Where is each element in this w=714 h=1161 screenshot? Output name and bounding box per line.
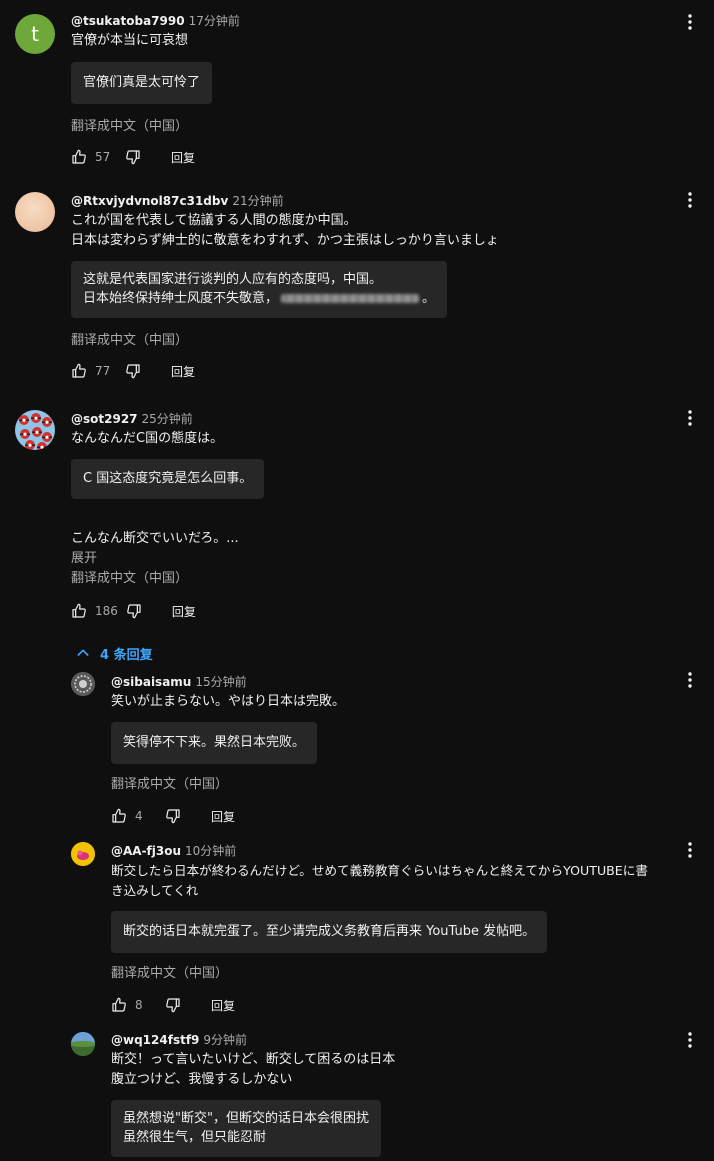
replies-toggle-button[interactable]: 4 条回复 (75, 643, 153, 663)
timestamp[interactable]: 9分钟前 (203, 1033, 247, 1047)
chevron-up-icon (77, 649, 89, 656)
translation-line: 虽然很生气，但只能忍耐 (123, 1130, 267, 1145)
reply-button[interactable]: 回复 (171, 363, 195, 380)
more-vert-icon[interactable] (680, 408, 700, 428)
author-name[interactable]: @sibaisamu (111, 675, 191, 689)
author-name[interactable]: @tsukatoba7990 (71, 14, 185, 28)
more-vert-icon[interactable] (680, 840, 700, 860)
replies-toggle-label: 4 条回复 (100, 647, 153, 663)
thumb-down-icon[interactable] (126, 603, 142, 619)
translation-text: 。 (422, 291, 436, 306)
like-count: 57 (95, 150, 111, 164)
translation-text: C 国这态度究竟是怎么回事。 (83, 471, 253, 486)
timestamp[interactable]: 10分钟前 (185, 844, 236, 858)
translation-box: 官僚们真是太可怜了 (71, 62, 213, 104)
translation-text: 日本始终保持绅士风度不失敬意， (83, 291, 279, 306)
avatar-letter: t (31, 22, 39, 46)
author-name[interactable]: @Rtxvjydvnol87c31dbv (71, 194, 228, 208)
avatar[interactable] (71, 1032, 95, 1056)
comment-text-line: これが国を代表して協議する人間の態度か中国。 (71, 213, 357, 228)
comment-text-line: 日本は変わらず紳士的に敬意をわすれず、かつ主張はしっかり言いましょ (71, 233, 499, 248)
thumb-down-icon[interactable] (125, 363, 141, 379)
comment-body: @sibaisamu 15分钟前 笑いが止まらない。やはり日本は完敗。 笑得停不下… (111, 674, 345, 826)
like-count: 186 (95, 604, 118, 618)
author-name[interactable]: @wq124fstf9 (111, 1033, 199, 1047)
comment-text: 官僚が本当に可哀想 (71, 33, 189, 48)
comment-body: @wq124fstf9 9分钟前 断交！って言いたいけど、断交して困るのは日本 腹… (111, 1032, 395, 1157)
thumb-up-icon[interactable] (71, 149, 87, 165)
translate-link[interactable]: 翻译成中文（中国） (71, 332, 499, 350)
timestamp[interactable]: 17分钟前 (189, 14, 240, 28)
avatar[interactable] (15, 410, 55, 450)
translation-line: 日本始终保持绅士风度不失敬意， 。 (83, 289, 435, 308)
translation-line: 这就是代表国家进行谈判的人应有的态度吗，中国。 (83, 272, 383, 287)
translate-link[interactable]: 翻译成中文（中国） (71, 570, 264, 588)
translate-link[interactable]: 翻译成中文（中国） (111, 776, 345, 794)
timestamp[interactable]: 25分钟前 (142, 412, 193, 426)
timestamp[interactable]: 15分钟前 (195, 675, 246, 689)
translation-text: 断交的话日本就完蛋了。至少请完成义务教育后再来 YouTube 发帖吧。 (123, 924, 536, 939)
more-vert-icon[interactable] (680, 190, 700, 210)
like-count: 4 (135, 809, 143, 823)
reply-button[interactable]: 回复 (172, 603, 196, 620)
comment-text-line: 断交！って言いたいけど、断交して困るのは日本 (111, 1052, 396, 1067)
redacted-text (281, 294, 420, 303)
comment-body: @tsukatoba7990 17分钟前 官僚が本当に可哀想 官僚们真是太可怜了 … (71, 13, 240, 167)
translation-line: 虽然想说"断交"，但断交的话日本会很困扰 (123, 1111, 369, 1126)
thumb-up-icon[interactable] (71, 363, 87, 379)
comment-text-line: 腹立つけど、我慢するしかない (111, 1072, 293, 1087)
reply-button[interactable]: 回复 (171, 149, 195, 166)
timestamp[interactable]: 21分钟前 (232, 194, 283, 208)
avatar[interactable] (71, 842, 95, 866)
thumb-up-icon[interactable] (71, 603, 87, 619)
avatar[interactable]: t (15, 14, 55, 54)
author-name[interactable]: @sot2927 (71, 412, 138, 426)
comment-text: なんなんだC国の態度は。 (71, 431, 224, 446)
translation-text: 笑得停不下来。果然日本完败。 (123, 735, 306, 750)
more-vert-icon[interactable] (680, 12, 700, 32)
translation-box: 这就是代表国家进行谈判的人应有的态度吗，中国。 日本始终保持绅士风度不失敬意， 。 (71, 261, 448, 318)
comment-text-line: 断交したら日本が終わるんだけど。せめて義務教育ぐらいはちゃんと終えてからYOUT… (111, 863, 648, 878)
translate-link[interactable]: 翻译成中文（中国） (71, 118, 240, 136)
reply-button[interactable]: 回复 (211, 808, 235, 825)
translation-box: 笑得停不下来。果然日本完败。 (111, 722, 318, 764)
comment-body: @sot2927 25分钟前 なんなんだC国の態度は。 C 国这态度究竟是怎么回事… (71, 411, 265, 621)
more-vert-icon[interactable] (680, 670, 700, 690)
author-name[interactable]: @AA-fj3ou (111, 844, 181, 858)
like-count: 77 (95, 364, 111, 378)
like-count: 8 (135, 998, 143, 1012)
thumb-down-icon[interactable] (125, 149, 141, 165)
translation-box: 断交的话日本就完蛋了。至少请完成义务教育后再来 YouTube 发帖吧。 (111, 911, 548, 953)
translate-link[interactable]: 翻译成中文（中国） (111, 965, 648, 983)
avatar[interactable] (15, 192, 55, 232)
comment-body: @AA-fj3ou 10分钟前 断交したら日本が終わるんだけど。せめて義務教育ぐら… (111, 843, 648, 1015)
comment-text: 笑いが止まらない。やはり日本は完敗。 (111, 694, 346, 709)
thumb-down-icon[interactable] (165, 808, 181, 824)
thumb-up-icon[interactable] (111, 997, 127, 1013)
avatar[interactable] (71, 672, 95, 696)
comment-body: @Rtxvjydvnol87c31dbv 21分钟前 これが国を代表して協議する人… (71, 193, 499, 381)
expand-button[interactable]: 展开 (71, 549, 264, 569)
translation-box: C 国这态度究竟是怎么回事。 (71, 459, 265, 499)
thumb-down-icon[interactable] (165, 997, 181, 1013)
more-vert-icon[interactable] (680, 1030, 700, 1050)
reply-button[interactable]: 回复 (211, 997, 235, 1014)
comment-text-line: き込みしてくれ (111, 883, 199, 898)
comment-text-continued: こんなん断交でいいだろ。... (71, 531, 239, 546)
translation-box: 虽然想说"断交"，但断交的话日本会很困扰 虽然很生气，但只能忍耐 (111, 1100, 381, 1157)
translation-text: 官僚们真是太可怜了 (83, 75, 201, 90)
thumb-up-icon[interactable] (111, 808, 127, 824)
